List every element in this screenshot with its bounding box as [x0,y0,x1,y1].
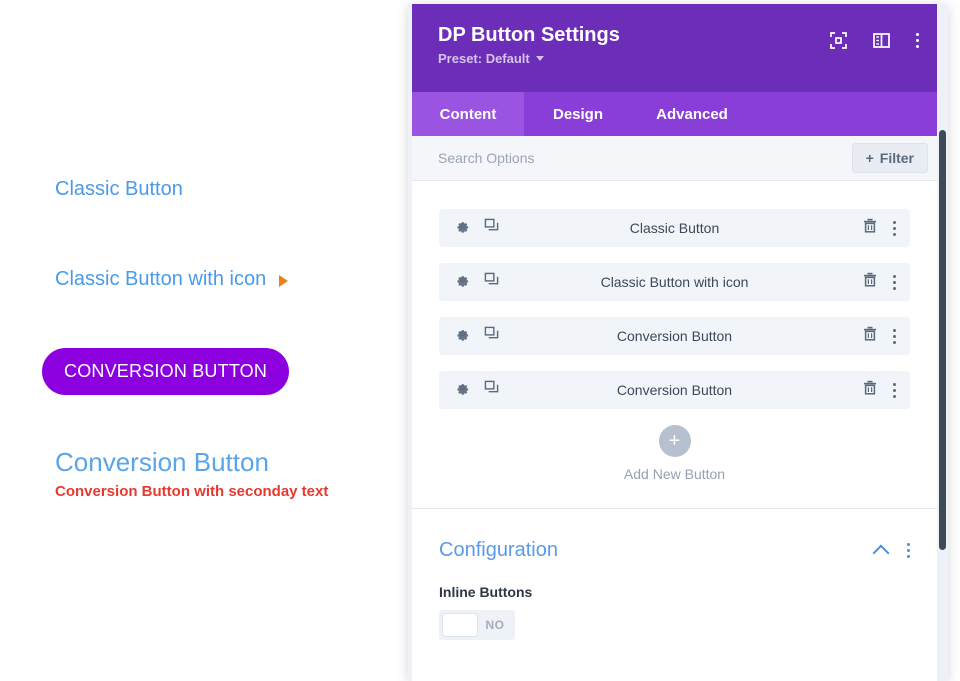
row-left-actions [455,272,499,292]
tab-content[interactable]: Content [412,92,524,136]
panel-header-actions [830,32,919,49]
button-list: Classic Button [412,181,937,508]
panel-scrollbar-thumb[interactable] [939,130,946,550]
tab-advanced[interactable]: Advanced [632,92,752,136]
settings-panel: DP Button Settings Preset: Default [408,4,948,681]
preset-dropdown[interactable]: Preset: Default [438,51,544,66]
row-more-vertical-icon[interactable] [893,383,896,398]
panel-more-vertical-icon[interactable] [916,33,919,48]
duplicate-icon[interactable] [484,218,499,238]
panel-scrollbar[interactable] [937,4,948,681]
configuration-more-vertical-icon[interactable] [907,543,910,558]
panel-body: Classic Button [412,181,937,681]
preview-classic-button-with-icon[interactable]: Classic Button with icon [55,268,288,291]
row-more-vertical-icon[interactable] [893,221,896,236]
trash-icon[interactable] [863,218,877,238]
configuration-header-actions [875,542,910,559]
table-row[interactable]: Conversion Button [439,371,910,409]
gear-icon[interactable] [455,326,470,346]
row-right-actions [863,371,896,409]
configuration-title[interactable]: Configuration [439,539,558,562]
panel-tabs: Content Design Advanced [412,92,937,136]
row-label: Classic Button with icon [439,274,910,290]
search-input[interactable] [438,150,852,166]
duplicate-icon[interactable] [484,272,499,292]
row-label: Classic Button [439,220,910,236]
plus-icon: + [866,150,874,166]
panel-header: DP Button Settings Preset: Default [412,4,937,92]
preview-conversion-button-secondary-text: Conversion Button with seconday text [55,483,328,500]
row-more-vertical-icon[interactable] [893,275,896,290]
tab-content-label: Content [440,106,497,123]
toggle-knob [442,613,478,637]
gear-icon[interactable] [455,218,470,238]
row-left-actions [455,380,499,400]
row-right-actions [863,317,896,355]
configuration-section: Configuration Inline Buttons NO [412,509,937,640]
duplicate-icon[interactable] [484,326,499,346]
chevron-up-icon[interactable] [873,545,890,562]
trash-icon[interactable] [863,380,877,400]
table-row[interactable]: Conversion Button [439,317,910,355]
page-preview-area: Classic Button Classic Button with icon … [0,0,408,681]
preset-dropdown-label: Preset: Default [438,51,530,66]
row-left-actions [455,326,499,346]
row-right-actions [863,209,896,247]
search-options-bar: + Filter [412,136,937,181]
tab-advanced-label: Advanced [656,106,728,123]
inline-buttons-toggle[interactable]: NO [439,610,515,640]
row-more-vertical-icon[interactable] [893,329,896,344]
table-row[interactable]: Classic Button with icon [439,263,910,301]
preview-conversion-button[interactable]: CONVERSION BUTTON [42,348,289,395]
duplicate-icon[interactable] [484,380,499,400]
toggle-value: NO [478,618,512,632]
trash-icon[interactable] [863,272,877,292]
filter-button[interactable]: + Filter [852,143,928,173]
tab-design[interactable]: Design [524,92,632,136]
preview-conversion-button-title[interactable]: Conversion Button [55,448,328,478]
row-label: Conversion Button [439,328,910,344]
focus-target-icon[interactable] [830,32,847,49]
plus-icon: + [659,425,691,457]
inline-buttons-label: Inline Buttons [439,584,910,600]
tab-design-label: Design [553,106,603,123]
configuration-header: Configuration [439,539,910,562]
preview-classic-button-with-icon-label: Classic Button with icon [55,268,266,291]
play-triangle-icon [279,275,288,287]
preview-conversion-text-group: Conversion Button Conversion Button with… [55,448,328,500]
filter-button-label: Filter [880,150,914,166]
split-layout-icon[interactable] [873,32,890,49]
table-row[interactable]: Classic Button [439,209,910,247]
add-new-button[interactable]: + Add New Button [439,425,910,508]
gear-icon[interactable] [455,272,470,292]
screen-root: Classic Button Classic Button with icon … [0,0,960,681]
row-right-actions [863,263,896,301]
row-left-actions [455,218,499,238]
chevron-down-icon [536,56,544,61]
gear-icon[interactable] [455,380,470,400]
trash-icon[interactable] [863,326,877,346]
add-new-button-label: Add New Button [624,466,725,482]
preview-classic-button[interactable]: Classic Button [55,178,183,201]
row-label: Conversion Button [439,382,910,398]
